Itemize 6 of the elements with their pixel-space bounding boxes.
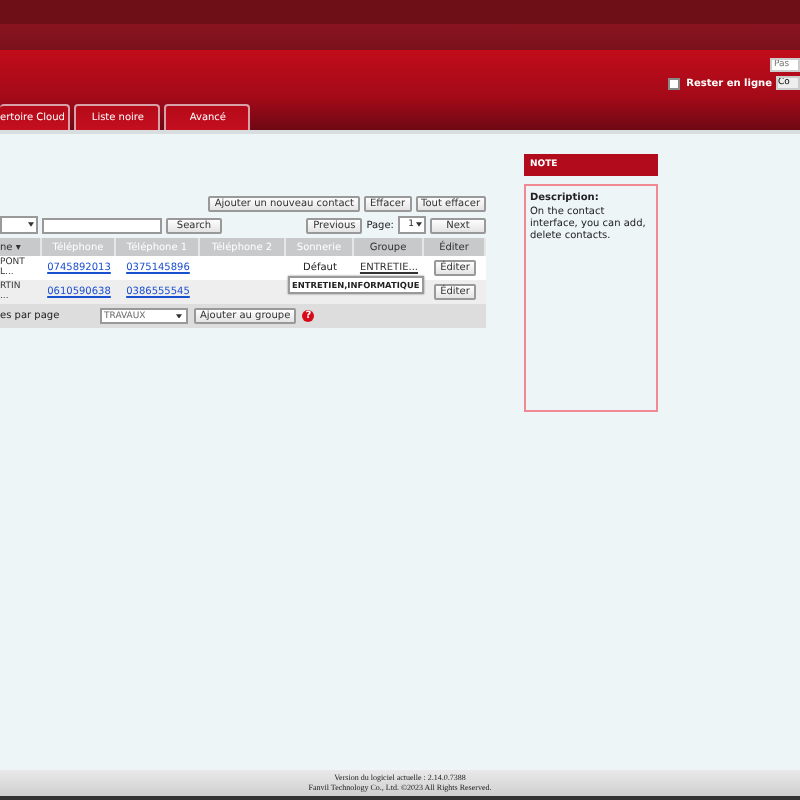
search-field[interactable] [42, 217, 162, 233]
caret-icon [28, 222, 34, 228]
field-select[interactable] [0, 216, 38, 234]
caret-icon [176, 313, 182, 319]
stay-online-checkbox[interactable] [668, 77, 681, 89]
caret-icon [416, 222, 422, 228]
